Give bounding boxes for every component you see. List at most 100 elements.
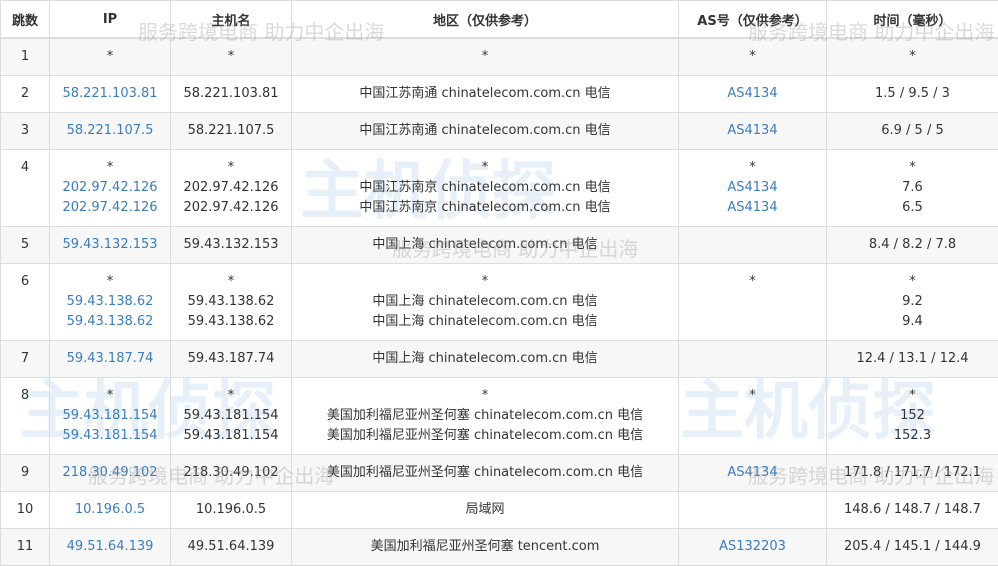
cell-region: 美国加利福尼亚州圣何塞 tencent.com [292, 529, 679, 566]
table-row: 1***** [1, 38, 998, 76]
table-row: 559.43.132.15359.43.132.153中国上海 chinatel… [1, 227, 998, 264]
table-header: 跳数IP主机名地区（仅供参考）AS号（仅供参考）时间（毫秒） [1, 1, 998, 39]
time-value: 205.4 / 145.1 / 144.9 [827, 537, 998, 557]
table-row: 759.43.187.7459.43.187.74中国上海 chinatelec… [1, 341, 998, 378]
cell-region: 中国江苏南通 chinatelecom.com.cn 电信 [292, 76, 679, 113]
cell-region: 中国上海 chinatelecom.com.cn 电信 [292, 341, 679, 378]
ip-link[interactable]: 59.43.181.154 [50, 426, 170, 446]
ip-link[interactable]: 59.43.181.154 [50, 406, 170, 426]
time-value: * [827, 272, 998, 292]
as-link [679, 406, 826, 426]
cell-host: 59.43.132.153 [171, 227, 292, 264]
cell-as [679, 341, 827, 378]
table-row: 1010.196.0.510.196.0.5局域网148.6 / 148.7 /… [1, 492, 998, 529]
host-value: 10.196.0.5 [171, 500, 291, 520]
ip-link[interactable]: 218.30.49.102 [50, 463, 170, 483]
ip-link[interactable]: 59.43.138.62 [50, 292, 170, 312]
header-as: AS号（仅供参考） [679, 1, 827, 39]
table-row: 258.221.103.8158.221.103.81中国江苏南通 chinat… [1, 76, 998, 113]
cell-host: *202.97.42.126202.97.42.126 [171, 150, 292, 227]
table-row: 6*59.43.138.6259.43.138.62*59.43.138.625… [1, 264, 998, 341]
cell-ip: 10.196.0.5 [50, 492, 171, 529]
region-value: 中国上海 chinatelecom.com.cn 电信 [292, 349, 678, 369]
cell-region: *中国上海 chinatelecom.com.cn 电信中国上海 chinate… [292, 264, 679, 341]
cell-time: *9.29.4 [827, 264, 998, 341]
cell-as: * [679, 378, 827, 455]
hop-number: 10 [1, 492, 50, 529]
hop-number: 1 [1, 38, 50, 76]
cell-as: *AS4134AS4134 [679, 150, 827, 227]
hop-number: 8 [1, 378, 50, 455]
cell-ip: *59.43.138.6259.43.138.62 [50, 264, 171, 341]
ip-link[interactable]: 59.43.132.153 [50, 235, 170, 255]
cell-time: * [827, 38, 998, 76]
time-value: 9.4 [827, 312, 998, 332]
as-link[interactable]: AS4134 [679, 463, 826, 483]
cell-time: 171.8 / 171.7 / 172.1 [827, 455, 998, 492]
as-link[interactable]: AS4134 [679, 178, 826, 198]
cell-time: 6.9 / 5 / 5 [827, 113, 998, 150]
cell-ip: * [50, 38, 171, 76]
time-value: 12.4 / 13.1 / 12.4 [827, 349, 998, 369]
as-link: * [679, 272, 826, 292]
host-value: 202.97.42.126 [171, 198, 291, 218]
region-value: * [292, 158, 678, 178]
host-value: 218.30.49.102 [171, 463, 291, 483]
ip-link[interactable]: 58.221.103.81 [50, 84, 170, 104]
as-link[interactable]: AS4134 [679, 198, 826, 218]
ip-link[interactable]: 49.51.64.139 [50, 537, 170, 557]
table-row: 8*59.43.181.15459.43.181.154*59.43.181.1… [1, 378, 998, 455]
cell-host: 58.221.107.5 [171, 113, 292, 150]
cell-as: AS4134 [679, 76, 827, 113]
host-value: 59.43.187.74 [171, 349, 291, 369]
cell-ip: 49.51.64.139 [50, 529, 171, 566]
cell-as [679, 492, 827, 529]
hop-number: 2 [1, 76, 50, 113]
region-value: 中国江苏南通 chinatelecom.com.cn 电信 [292, 84, 678, 104]
ip-link[interactable]: 59.43.187.74 [50, 349, 170, 369]
hop-number: 6 [1, 264, 50, 341]
cell-time: 12.4 / 13.1 / 12.4 [827, 341, 998, 378]
host-value: * [171, 47, 291, 67]
cell-time: *152152.3 [827, 378, 998, 455]
as-link[interactable]: AS4134 [679, 121, 826, 141]
ip-link[interactable]: 10.196.0.5 [50, 500, 170, 520]
header-region: 地区（仅供参考） [292, 1, 679, 39]
host-value: 58.221.103.81 [171, 84, 291, 104]
header-hostname: 主机名 [171, 1, 292, 39]
region-value: 美国加利福尼亚州圣何塞 chinatelecom.com.cn 电信 [292, 463, 678, 483]
cell-as: * [679, 264, 827, 341]
ip-link[interactable]: 58.221.107.5 [50, 121, 170, 141]
host-value: 58.221.107.5 [171, 121, 291, 141]
cell-time: 205.4 / 145.1 / 144.9 [827, 529, 998, 566]
as-link [679, 292, 826, 312]
host-value: * [171, 272, 291, 292]
cell-time: 1.5 / 9.5 / 3 [827, 76, 998, 113]
traceroute-table: 跳数IP主机名地区（仅供参考）AS号（仅供参考）时间（毫秒） 1*****258… [0, 0, 998, 566]
host-value: 59.43.138.62 [171, 312, 291, 332]
ip-link[interactable]: 59.43.138.62 [50, 312, 170, 332]
time-value: 9.2 [827, 292, 998, 312]
region-value: 美国加利福尼亚州圣何塞 chinatelecom.com.cn 电信 [292, 406, 678, 426]
header-time: 时间（毫秒） [827, 1, 998, 39]
cell-as: AS4134 [679, 113, 827, 150]
region-value: * [292, 272, 678, 292]
cell-host: 59.43.187.74 [171, 341, 292, 378]
as-link [679, 500, 826, 520]
cell-region: 中国江苏南通 chinatelecom.com.cn 电信 [292, 113, 679, 150]
ip-link[interactable]: 202.97.42.126 [50, 178, 170, 198]
as-link [679, 426, 826, 446]
as-link[interactable]: AS132203 [679, 537, 826, 557]
ip-link[interactable]: 202.97.42.126 [50, 198, 170, 218]
as-link [679, 312, 826, 332]
cell-region: *美国加利福尼亚州圣何塞 chinatelecom.com.cn 电信美国加利福… [292, 378, 679, 455]
host-value: 49.51.64.139 [171, 537, 291, 557]
ip-link: * [50, 158, 170, 178]
cell-ip: 58.221.107.5 [50, 113, 171, 150]
host-value: 202.97.42.126 [171, 178, 291, 198]
cell-ip: 58.221.103.81 [50, 76, 171, 113]
region-value: 中国江苏南京 chinatelecom.com.cn 电信 [292, 178, 678, 198]
as-link[interactable]: AS4134 [679, 84, 826, 104]
as-link: * [679, 158, 826, 178]
cell-host: 218.30.49.102 [171, 455, 292, 492]
